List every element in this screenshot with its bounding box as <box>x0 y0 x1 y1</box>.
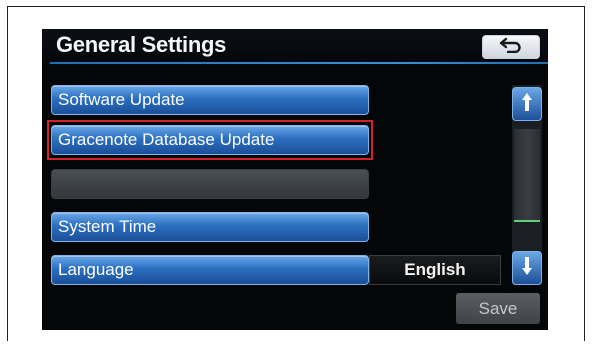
menu-item-label: Language <box>58 260 134 279</box>
scroll-up-button[interactable] <box>512 87 542 121</box>
save-button[interactable]: Save <box>456 293 540 324</box>
page-title: General Settings <box>56 32 227 57</box>
back-button[interactable] <box>482 35 540 59</box>
header-divider <box>50 62 548 64</box>
menu-item-label: System Time <box>58 217 157 236</box>
system-time-button[interactable]: System Time <box>51 212 369 242</box>
language-value: English <box>369 255 501 285</box>
menu-item-label: Software Update <box>58 90 185 109</box>
software-update-button[interactable]: Software Update <box>51 85 369 115</box>
back-arrow-icon <box>498 37 524 58</box>
language-button[interactable]: Language <box>51 255 369 285</box>
scrollbar-thumb[interactable] <box>514 129 540 222</box>
scroll-down-icon <box>520 255 534 282</box>
empty-menu-slot <box>51 169 369 199</box>
selection-highlight <box>47 120 373 160</box>
scroll-position-indicator <box>514 220 540 222</box>
scroll-up-icon <box>520 91 534 118</box>
scroll-down-button[interactable] <box>512 251 542 285</box>
header-bar: General Settings <box>42 29 548 63</box>
head-unit-screen: General Settings Software Update Graceno… <box>42 29 548 330</box>
